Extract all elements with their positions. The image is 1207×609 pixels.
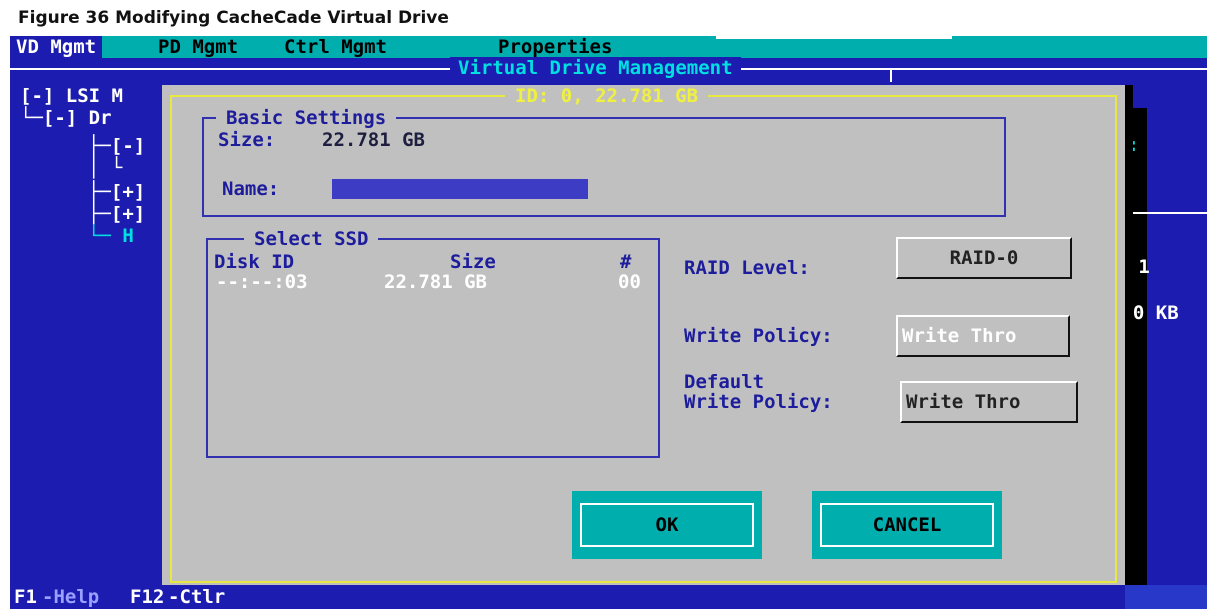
menu-vd-mgmt[interactable]: VD Mgmt [10,36,103,58]
ctlr-key[interactable]: F12 [130,585,164,609]
tree-node-collapsed-1[interactable]: ├─[+] [88,180,145,204]
size-value: 22.781 GB [322,129,425,151]
ssd-disk-id: --:--:03 [216,271,308,293]
tree-node-branch: │ └ [88,157,123,179]
tree-node-hotspare[interactable]: └─ H [88,224,134,248]
name-input[interactable] [332,179,588,199]
status-right-block [1125,585,1207,609]
default-write-policy-label-2: Write Policy: [684,391,833,413]
panel-title: Virtual Drive Management [450,57,741,79]
menu-separator [716,36,952,39]
default-write-policy-label-1: Default [684,371,765,393]
panel-divider-notch [890,68,892,82]
default-write-policy-select[interactable]: Write Thro [900,381,1078,423]
menu-properties[interactable]: Properties [492,36,618,58]
write-policy-label: Write Policy: [684,325,833,347]
bios-screen: VD Mgmt PD Mgmt Ctrl Mgmt Properties Vir… [10,36,1207,609]
modify-vd-dialog: ID: 0, 22.781 GB Basic Settings Size: 22… [162,85,1133,597]
cancel-button[interactable]: CANCEL [812,491,1002,559]
size-label: Size: [218,129,276,151]
figure-caption: Figure 36 Modifying CacheCade Virtual Dr… [18,8,449,28]
ok-button-label: OK [580,503,754,547]
help-key[interactable]: F1 [14,585,37,609]
name-label: Name: [222,178,280,200]
tree-node-collapsed-2[interactable]: ├─[+] [88,202,145,226]
ssd-col-disk-id: Disk ID [214,251,295,273]
menu-pd-mgmt[interactable]: PD Mgmt [152,36,244,58]
raid-level-label: RAID Level: [684,257,810,279]
ctlr-text: -Ctlr [168,586,226,608]
ssd-number: 00 [618,271,641,293]
dialog-title: ID: 0, 22.781 GB [505,85,709,107]
help-text: -Help [42,586,100,608]
status-bar: F1 -Help F12 -Ctlr [10,585,1207,609]
ssd-size: 22.781 GB [384,271,487,293]
tree-node-controller[interactable]: [-] LSI M [20,84,123,108]
tree-node-drive-group[interactable]: └─[-] Dr [20,106,112,130]
ssd-col-number: # [620,251,632,273]
cancel-button-label: CANCEL [820,503,994,547]
basic-settings-title: Basic Settings [216,107,397,129]
tree-node-vd[interactable]: ├─[-] [88,134,145,158]
select-ssd-title: Select SSD [244,228,379,250]
menu-bar: VD Mgmt PD Mgmt Ctrl Mgmt Properties [10,36,1207,58]
ssd-col-size: Size [450,251,496,273]
write-policy-select[interactable]: Write Thro [896,315,1070,357]
ok-button[interactable]: OK [572,491,762,559]
menu-ctrl-mgmt[interactable]: Ctrl Mgmt [278,36,393,58]
raid-level-select[interactable]: RAID-0 [896,237,1072,279]
